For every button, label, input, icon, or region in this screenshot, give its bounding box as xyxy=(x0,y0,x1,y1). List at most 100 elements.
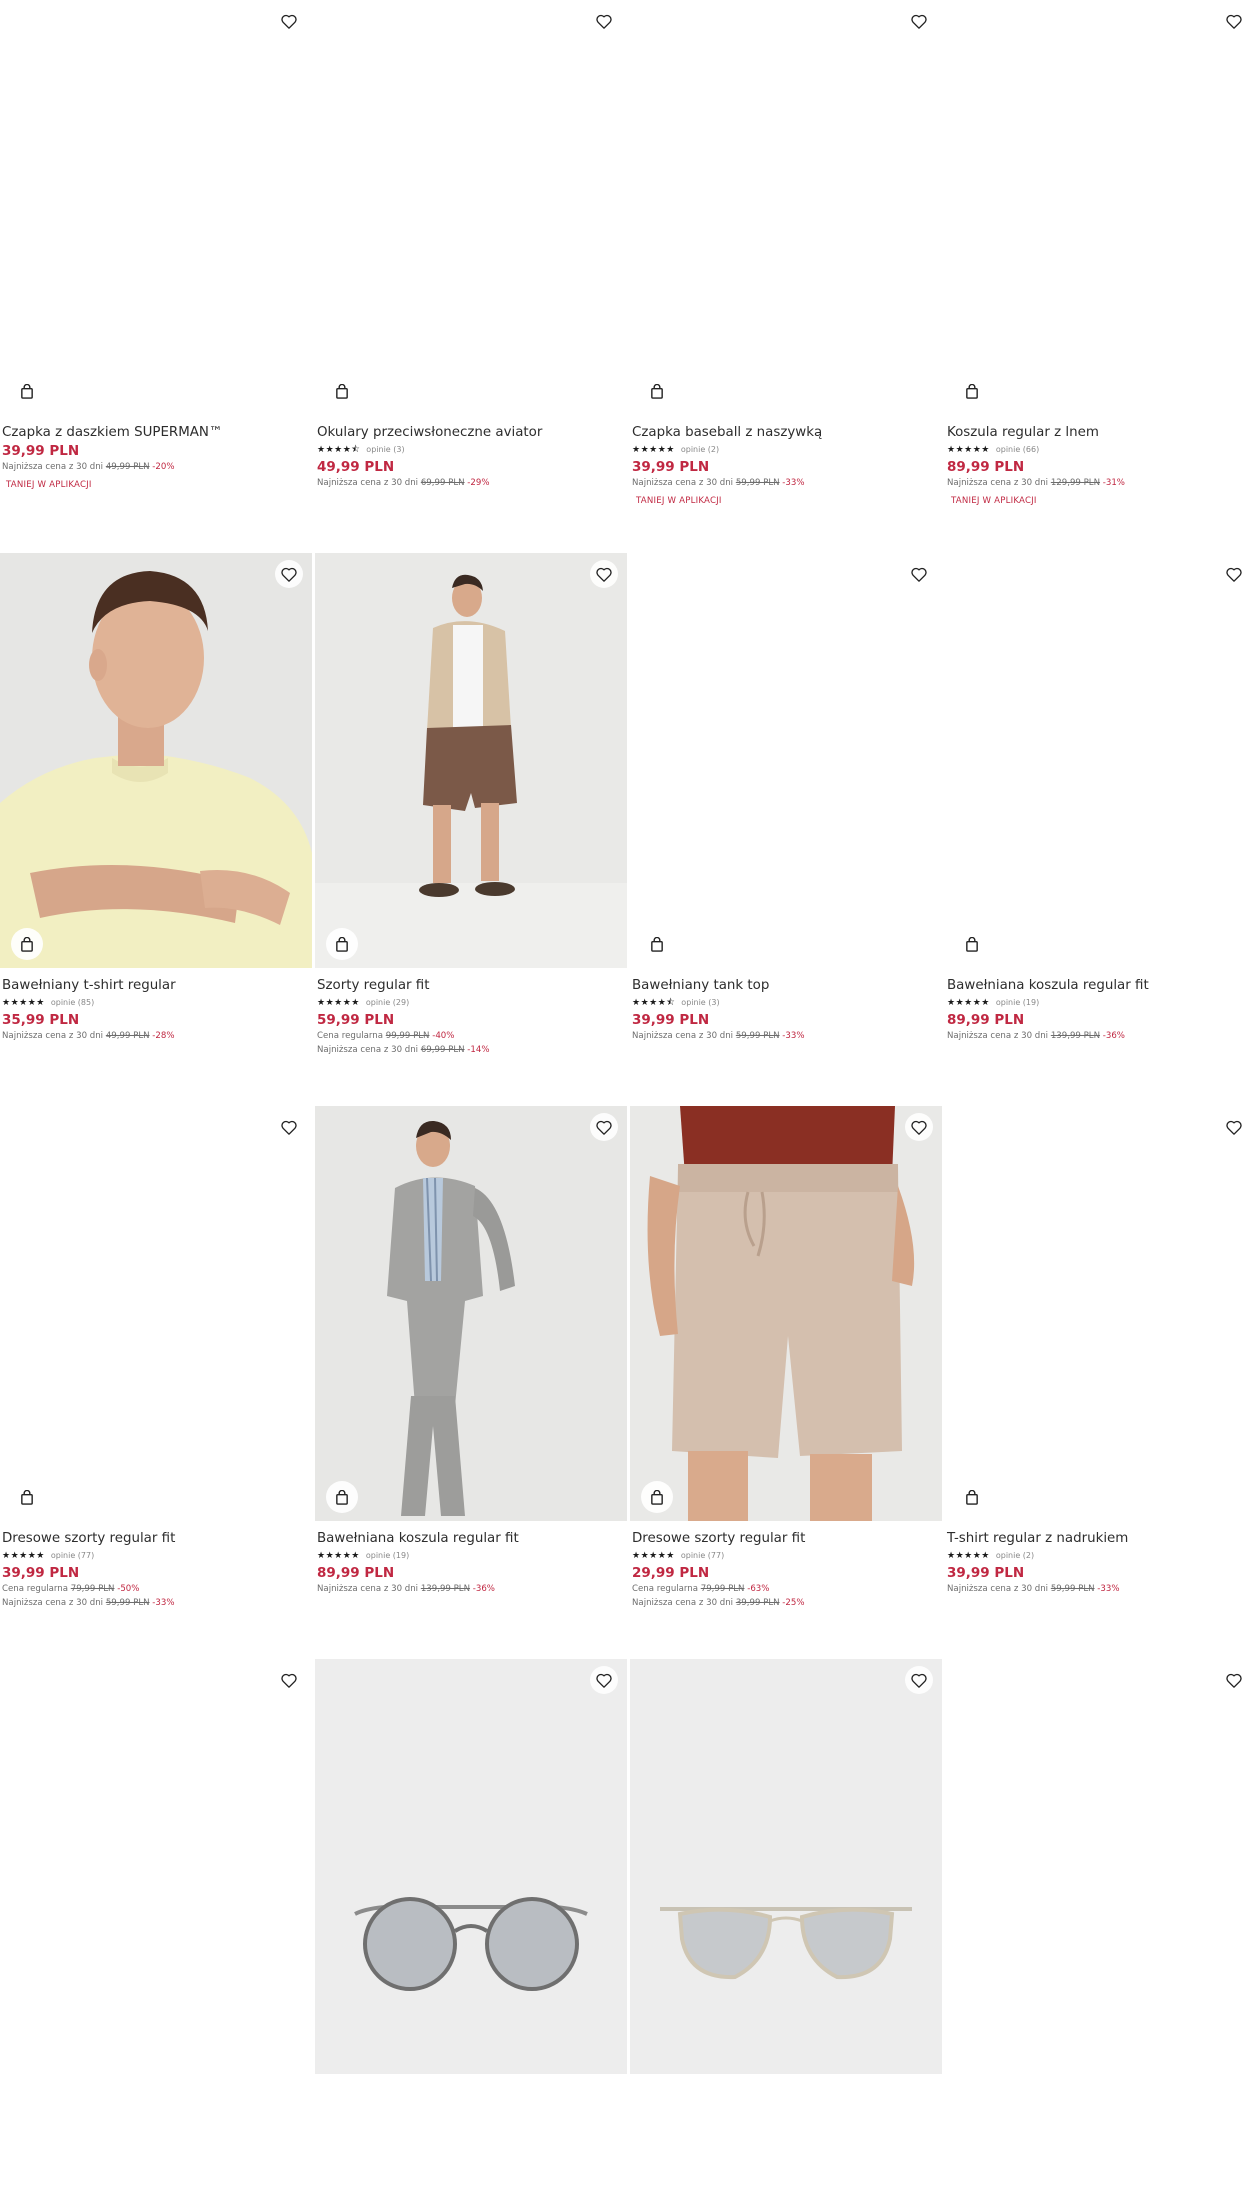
product-image[interactable] xyxy=(0,1106,312,1521)
lowest-price-30-days: Najniższa cena z 30 dni 39,99 PLN -25% xyxy=(632,1596,940,1610)
add-to-wishlist-button[interactable] xyxy=(1224,1117,1244,1137)
app-discount-badge[interactable]: TANIEJ W APLIKACJI xyxy=(951,496,1250,506)
lowest-price-value: 139,99 PLN xyxy=(1050,1031,1101,1041)
add-to-cart-button[interactable] xyxy=(11,1481,43,1513)
product-card[interactable]: Szorty regular fit ★★★★★ opinie (29) 59,9… xyxy=(315,553,627,1106)
add-to-cart-button[interactable] xyxy=(956,1481,988,1513)
product-card[interactable]: Koszula regular z lnem ★★★★★ opinie (66) … xyxy=(945,0,1250,565)
product-image[interactable] xyxy=(945,1106,1250,1521)
product-image[interactable] xyxy=(315,0,627,415)
shopping-bag-icon xyxy=(966,383,978,399)
product-card[interactable]: Okulary przeciwsłoneczne aviator ★★★★⯪ op… xyxy=(315,0,627,565)
product-image[interactable] xyxy=(630,0,942,415)
product-title[interactable]: T-shirt regular z nadrukiem xyxy=(947,1530,1250,1547)
add-to-wishlist-button[interactable] xyxy=(905,1666,933,1694)
product-title[interactable]: Bawełniana koszula regular fit xyxy=(947,977,1250,994)
heart-icon xyxy=(911,567,927,582)
review-count[interactable]: opinie (2) xyxy=(996,1551,1034,1560)
add-to-wishlist-button[interactable] xyxy=(275,560,303,588)
lowest-price-30-days: Najniższa cena z 30 dni 69,99 PLN -29% xyxy=(317,476,625,490)
review-count[interactable]: opinie (77) xyxy=(51,1551,94,1560)
add-to-wishlist-button[interactable] xyxy=(594,11,614,31)
product-card[interactable] xyxy=(945,1659,1250,2212)
product-card[interactable] xyxy=(630,1659,942,2212)
product-title[interactable]: Bawełniany t-shirt regular xyxy=(2,977,310,994)
review-count[interactable]: opinie (77) xyxy=(681,1551,724,1560)
product-image[interactable] xyxy=(0,553,312,968)
product-image[interactable] xyxy=(315,1106,627,1521)
product-card[interactable]: Bawełniana koszula regular fit ★★★★★ opin… xyxy=(315,1106,627,1659)
product-card[interactable] xyxy=(0,1659,312,2212)
product-image[interactable] xyxy=(0,1659,312,2074)
product-title[interactable]: Okulary przeciwsłoneczne aviator xyxy=(317,424,625,441)
regular-price-label: Cena regularna xyxy=(2,1584,69,1594)
add-to-wishlist-button[interactable] xyxy=(905,1113,933,1141)
add-to-wishlist-button[interactable] xyxy=(909,564,929,584)
product-card[interactable]: Bawełniany tank top ★★★★⯪ opinie (3) 39,9… xyxy=(630,553,942,1106)
add-to-cart-button[interactable] xyxy=(326,928,358,960)
product-image[interactable] xyxy=(945,1659,1250,2074)
product-card[interactable] xyxy=(315,1659,627,2212)
app-discount-badge[interactable]: TANIEJ W APLIKACJI xyxy=(636,496,940,506)
product-image[interactable] xyxy=(630,1659,942,2074)
product-card[interactable]: Dresowe szorty regular fit ★★★★★ opinie (… xyxy=(630,1106,942,1659)
add-to-wishlist-button[interactable] xyxy=(590,1113,618,1141)
add-to-wishlist-button[interactable] xyxy=(279,11,299,31)
add-to-wishlist-button[interactable] xyxy=(1224,564,1244,584)
review-count[interactable]: opinie (3) xyxy=(681,998,719,1007)
product-card[interactable]: Bawełniany t-shirt regular ★★★★★ opinie (… xyxy=(0,553,312,1106)
product-title[interactable]: Bawełniany tank top xyxy=(632,977,940,994)
add-to-wishlist-button[interactable] xyxy=(909,11,929,31)
add-to-wishlist-button[interactable] xyxy=(279,1670,299,1690)
add-to-cart-button[interactable] xyxy=(956,928,988,960)
product-title[interactable]: Dresowe szorty regular fit xyxy=(2,1530,310,1547)
review-count[interactable]: opinie (19) xyxy=(996,998,1039,1007)
model-shorts-photo xyxy=(315,553,627,968)
product-image[interactable] xyxy=(630,1106,942,1521)
add-to-cart-button[interactable] xyxy=(641,1481,673,1513)
product-title[interactable]: Bawełniana koszula regular fit xyxy=(317,1530,625,1547)
add-to-cart-button[interactable] xyxy=(11,375,43,407)
product-image[interactable] xyxy=(315,553,627,968)
product-card[interactable]: Bawełniana koszula regular fit ★★★★★ opin… xyxy=(945,553,1250,1106)
add-to-wishlist-button[interactable] xyxy=(590,1666,618,1694)
product-title[interactable]: Dresowe szorty regular fit xyxy=(632,1530,940,1547)
product-image[interactable] xyxy=(945,553,1250,968)
review-count[interactable]: opinie (29) xyxy=(366,998,409,1007)
review-count[interactable]: opinie (2) xyxy=(681,445,719,454)
product-card[interactable]: Dresowe szorty regular fit ★★★★★ opinie (… xyxy=(0,1106,312,1659)
review-count[interactable]: opinie (3) xyxy=(366,445,404,454)
product-card[interactable]: Czapka baseball z naszywką ★★★★★ opinie (… xyxy=(630,0,942,565)
add-to-cart-button[interactable] xyxy=(11,928,43,960)
add-to-wishlist-button[interactable] xyxy=(590,560,618,588)
lowest-price-30-days: Najniższa cena z 30 dni 49,99 PLN -20% xyxy=(2,460,310,474)
add-to-cart-button[interactable] xyxy=(641,928,673,960)
product-image[interactable] xyxy=(630,553,942,968)
product-card[interactable]: T-shirt regular z nadrukiem ★★★★★ opinie … xyxy=(945,1106,1250,1659)
add-to-wishlist-button[interactable] xyxy=(279,1117,299,1137)
rating-stars: ★★★★★ xyxy=(947,444,990,455)
product-title[interactable]: Koszula regular z lnem xyxy=(947,424,1250,441)
review-count[interactable]: opinie (85) xyxy=(51,998,94,1007)
regular-price-discount: -63% xyxy=(747,1584,770,1594)
product-title[interactable]: Czapka baseball z naszywką xyxy=(632,424,940,441)
add-to-wishlist-button[interactable] xyxy=(1224,1670,1244,1690)
regular-price-discount: -50% xyxy=(117,1584,140,1594)
product-image[interactable] xyxy=(945,0,1250,415)
add-to-cart-button[interactable] xyxy=(641,375,673,407)
add-to-cart-button[interactable] xyxy=(326,1481,358,1513)
review-count[interactable]: opinie (19) xyxy=(366,1551,409,1560)
product-rating: ★★★★★ opinie (19) xyxy=(947,995,1250,1010)
add-to-wishlist-button[interactable] xyxy=(1224,11,1244,31)
app-discount-badge[interactable]: TANIEJ W APLIKACJI xyxy=(6,480,310,490)
product-image[interactable] xyxy=(0,0,312,415)
product-image[interactable] xyxy=(315,1659,627,2074)
product-info: Dresowe szorty regular fit ★★★★★ opinie (… xyxy=(0,1521,312,1610)
product-title[interactable]: Szorty regular fit xyxy=(317,977,625,994)
product-card[interactable]: Czapka z daszkiem SUPERMAN™ 39,99 PLN Na… xyxy=(0,0,312,565)
product-title[interactable]: Czapka z daszkiem SUPERMAN™ xyxy=(2,424,310,441)
add-to-cart-button[interactable] xyxy=(956,375,988,407)
product-price: 39,99 PLN xyxy=(2,1565,80,1581)
add-to-cart-button[interactable] xyxy=(326,375,358,407)
review-count[interactable]: opinie (66) xyxy=(996,445,1039,454)
